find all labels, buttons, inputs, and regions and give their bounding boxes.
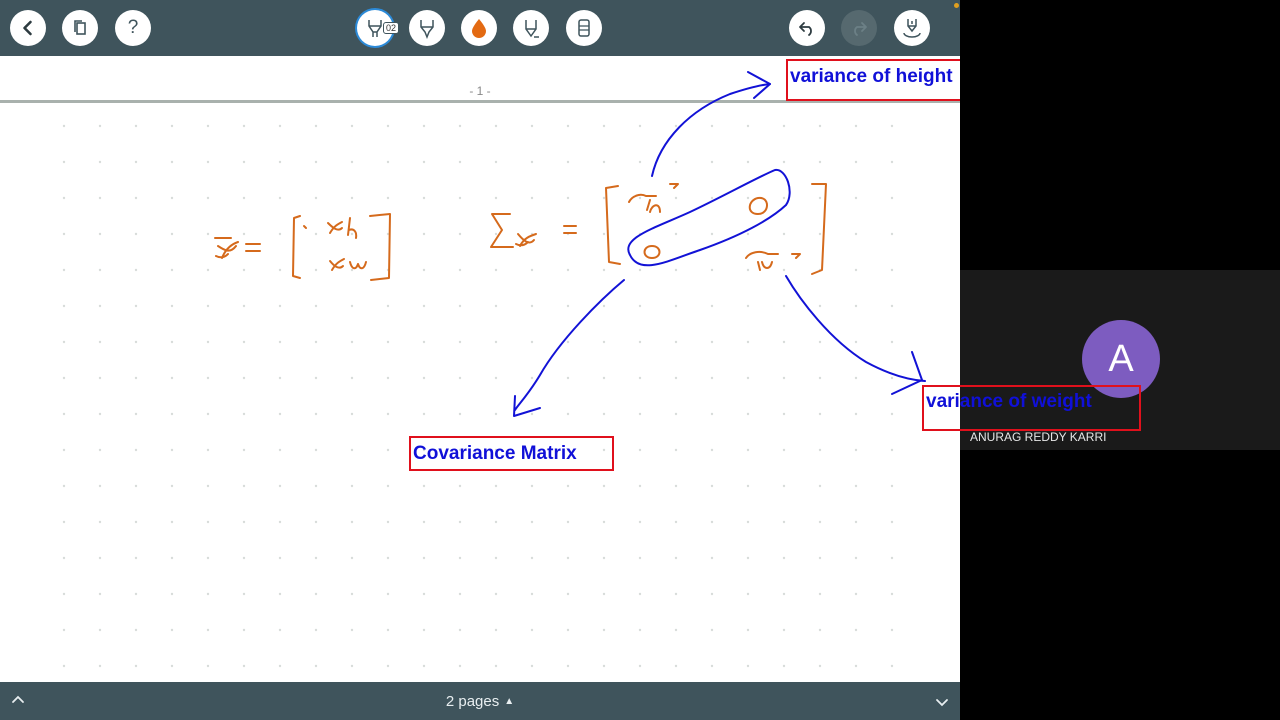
label-covariance-matrix: Covariance Matrix — [409, 436, 614, 471]
undo-button[interactable] — [789, 10, 825, 46]
copy-pages-icon — [74, 20, 86, 35]
top-toolbar: ? 02 — [0, 0, 960, 56]
caret-up-icon: ▲ — [504, 695, 515, 707]
whiteboard-canvas[interactable]: - 1 - variance of height Covariance Matr… — [0, 56, 960, 682]
label-variance-weight: variance of weight — [922, 385, 1141, 431]
redo-button[interactable] — [841, 10, 877, 46]
chevron-down-icon[interactable] — [934, 694, 950, 710]
laser-pointer-button[interactable] — [894, 10, 930, 46]
pen-size-badge: 02 — [383, 22, 400, 34]
pencil-tool-button[interactable] — [513, 10, 549, 46]
laser-pointer-icon — [903, 19, 921, 38]
chevron-left-icon — [23, 20, 32, 36]
redo-icon — [854, 22, 867, 36]
pencil-tool-icon — [525, 20, 539, 38]
color-button[interactable] — [461, 10, 497, 46]
pages-button[interactable] — [62, 10, 98, 46]
handwritten-drawing — [50, 71, 926, 675]
undo-icon — [799, 22, 812, 36]
eraser-tool-button[interactable] — [566, 10, 602, 46]
label-variance-height: variance of height — [786, 59, 960, 101]
notification-dot — [954, 3, 959, 8]
back-button[interactable] — [10, 10, 46, 46]
page-selector-button[interactable]: 2 pages ▲ — [0, 682, 960, 720]
highlighter-tool-button[interactable] — [409, 10, 445, 46]
help-button[interactable]: ? — [115, 10, 151, 46]
highlighter-tool-icon — [420, 20, 434, 39]
whiteboard-app: ? 02 - 1 - variance of height Covariance… — [0, 0, 1280, 720]
color-drop-icon — [472, 19, 486, 38]
help-icon: ? — [127, 17, 139, 38]
pen-tool-button[interactable]: 02 — [357, 10, 400, 46]
participant-name: ANURAG REDDY KARRI — [970, 430, 1107, 444]
bottom-bar: 2 pages ▲ — [0, 682, 960, 720]
eraser-tool-icon — [578, 19, 590, 37]
pages-count-label: 2 pages — [445, 692, 500, 710]
dot-grid — [50, 105, 910, 675]
